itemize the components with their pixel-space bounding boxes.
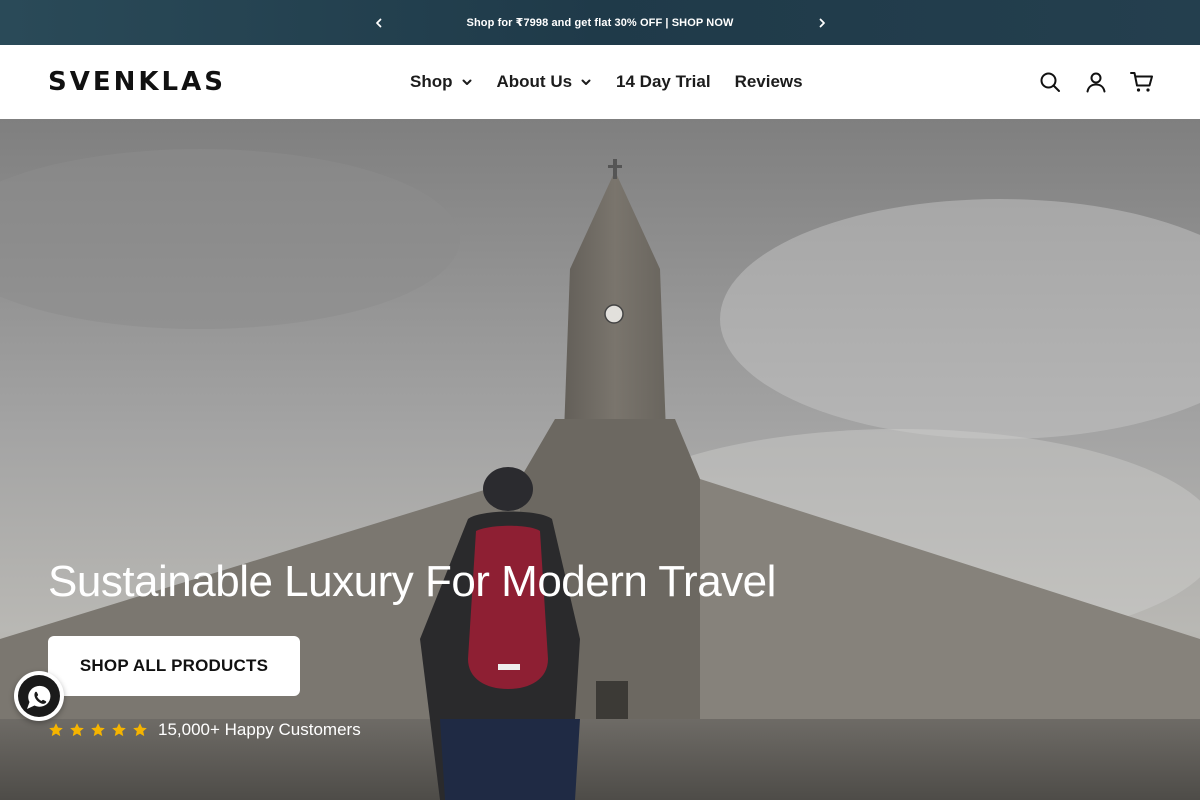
nav-item-label: 14 Day Trial	[616, 72, 711, 91]
main-nav: Shop About Us 14 Day Trial Reviews	[410, 45, 803, 119]
hero-title: Sustainable Luxury For Modern Travel	[48, 557, 776, 606]
chevron-right-icon	[819, 18, 825, 27]
cart-icon	[1130, 72, 1153, 92]
customer-rating: 15,000+ Happy Customers	[48, 720, 361, 740]
brand-logo[interactable]: SVENKLAS	[48, 67, 226, 97]
account-icon	[1086, 72, 1106, 93]
site-header: SVENKLAS Shop About Us 14 Day Trial Revi…	[0, 45, 1200, 119]
announcement-bar: Shop for ₹7998 and get flat 30% OFF | SH…	[0, 0, 1200, 45]
chevron-down-icon	[462, 79, 471, 85]
hero-image	[0, 119, 1200, 800]
announcement-prev-button[interactable]	[367, 0, 391, 45]
star-icon	[49, 723, 63, 737]
whatsapp-icon	[18, 675, 60, 717]
whatsapp-chat-button[interactable]	[14, 671, 64, 721]
search-icon	[1040, 72, 1060, 92]
cart-button[interactable]	[1130, 70, 1154, 94]
nav-item-label: Shop	[410, 72, 453, 91]
header-actions	[1038, 45, 1154, 119]
shop-all-products-button[interactable]: SHOP ALL PRODUCTS	[48, 636, 300, 696]
star-icon	[91, 723, 105, 737]
nav-item-about-us[interactable]: About Us	[497, 72, 593, 92]
nav-item-label: About Us	[496, 72, 573, 91]
account-button[interactable]	[1084, 70, 1108, 94]
chevron-down-icon	[581, 79, 591, 85]
nav-item-label: Reviews	[734, 72, 803, 91]
nav-item-reviews[interactable]: Reviews	[735, 72, 803, 92]
nav-item-14-day-trial[interactable]: 14 Day Trial	[616, 72, 711, 92]
rating-text: 15,000+ Happy Customers	[158, 720, 361, 739]
search-button[interactable]	[1038, 70, 1062, 94]
star-icon	[112, 723, 126, 737]
announcement-message[interactable]: Shop for ₹7998 and get flat 30% OFF | SH…	[467, 16, 734, 29]
chevron-left-icon	[376, 18, 382, 27]
star-icon	[70, 723, 84, 737]
star-icon	[133, 723, 147, 737]
nav-item-shop[interactable]: Shop	[410, 72, 473, 92]
rating-stars	[48, 722, 148, 738]
hero-banner: Sustainable Luxury For Modern Travel SHO…	[0, 119, 1200, 800]
announcement-next-button[interactable]	[810, 0, 834, 45]
